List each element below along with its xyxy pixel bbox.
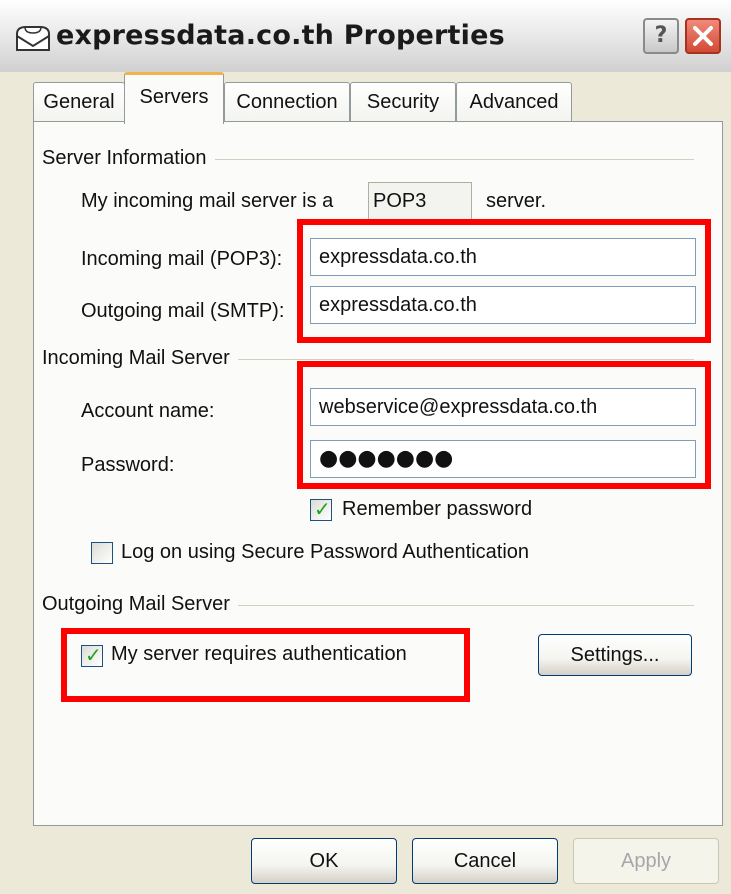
- remember-password-label[interactable]: Remember password: [342, 498, 532, 521]
- secure-password-auth-label[interactable]: Log on using Secure Password Authenticat…: [121, 541, 529, 564]
- secure-password-auth-checkbox[interactable]: [91, 542, 113, 564]
- account-name-label: Account name:: [81, 400, 215, 422]
- outgoing-mail-label: Outgoing mail (SMTP):: [81, 300, 285, 322]
- remember-password-checkbox[interactable]: ✓: [310, 497, 332, 521]
- incoming-server-type-prefix: My incoming mail server is a: [81, 190, 334, 212]
- close-button[interactable]: [685, 18, 721, 54]
- highlight-server-fields: [297, 219, 711, 343]
- highlight-account-fields: [297, 361, 711, 489]
- cancel-button[interactable]: Cancel: [412, 838, 558, 884]
- apply-button[interactable]: Apply: [573, 838, 719, 884]
- window-title: expressdata.co.th Properties: [56, 20, 505, 51]
- tab-security[interactable]: Security: [350, 82, 456, 122]
- highlight-auth-checkbox: [61, 628, 470, 702]
- tab-general[interactable]: General: [33, 82, 125, 122]
- incoming-server-type-field: POP3: [368, 182, 472, 220]
- ok-button[interactable]: OK: [251, 838, 397, 884]
- settings-button[interactable]: Settings...: [538, 634, 692, 676]
- tab-servers[interactable]: Servers: [124, 72, 224, 124]
- incoming-mail-server-group-title: Incoming Mail Server: [42, 347, 238, 370]
- incoming-server-type-suffix: server.: [486, 190, 547, 212]
- incoming-mail-label: Incoming mail (POP3):: [81, 248, 283, 270]
- server-information-group-title: Server Information: [42, 147, 215, 170]
- title-bar[interactable]: expressdata.co.th Properties ?: [0, 0, 731, 72]
- close-icon: [693, 26, 713, 46]
- help-button[interactable]: ?: [643, 18, 679, 54]
- outgoing-mail-server-group-title: Outgoing Mail Server: [42, 593, 238, 616]
- tab-advanced[interactable]: Advanced: [456, 82, 572, 122]
- properties-dialog: expressdata.co.th Properties ? General S…: [0, 0, 731, 894]
- checkmark-icon: ✓: [314, 497, 331, 521]
- tab-connection[interactable]: Connection: [224, 82, 350, 122]
- mail-account-icon: [16, 26, 50, 51]
- password-label: Password:: [81, 454, 175, 476]
